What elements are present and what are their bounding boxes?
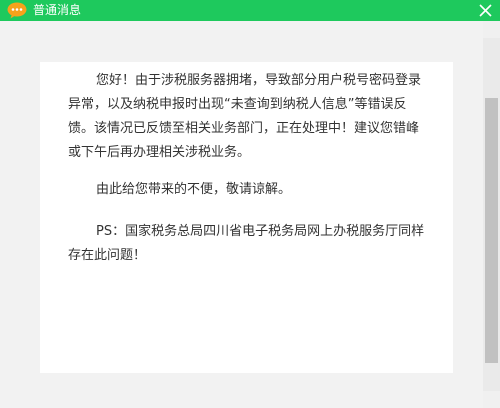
- message-paragraph-ps: PS：国家税务总局四川省电子税务局网上办税服务厅同样存在此问题！: [68, 224, 425, 263]
- window-title: 普通消息: [33, 3, 82, 17]
- scroll-up-button[interactable]: [483, 21, 500, 38]
- message-window: 普通消息 您好！由于涉税服务器拥堵，导致部分用户税号密码登录异常，以及纳税申报时…: [0, 0, 500, 408]
- scroll-thumb[interactable]: [485, 98, 498, 363]
- message-paragraph-apology: 由此给您带来的不便，敬请谅解。: [96, 182, 292, 197]
- content-area: 您好！由于涉税服务器拥堵，导致部分用户税号密码登录异常，以及纳税申报时出现“未查…: [0, 21, 483, 408]
- vertical-scrollbar[interactable]: [483, 21, 500, 408]
- message-panel: 您好！由于涉税服务器拥堵，导致部分用户税号密码登录异常，以及纳税申报时出现“未查…: [40, 62, 453, 373]
- title-bar: 普通消息: [0, 0, 500, 21]
- close-icon[interactable]: [477, 2, 494, 19]
- chat-bubble-icon: [7, 2, 27, 19]
- scroll-down-button[interactable]: [483, 391, 500, 408]
- message-paragraph-notice: 您好！由于涉税服务器拥堵，导致部分用户税号密码登录异常，以及纳税申报时出现“未查…: [68, 73, 422, 160]
